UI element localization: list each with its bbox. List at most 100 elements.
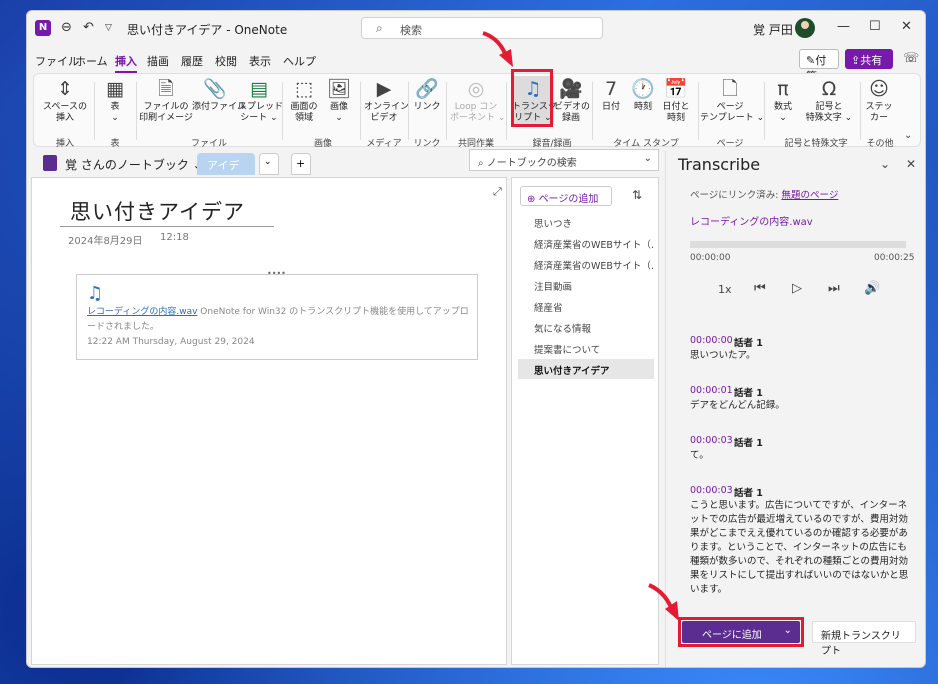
- menu-file[interactable]: ファイル: [35, 53, 79, 69]
- equation-button[interactable]: π 数式 ⌄: [768, 76, 798, 124]
- file-printout-button[interactable]: 🗎 ファイルの 印刷イメージ: [138, 76, 194, 124]
- callout-arrow-icon: [482, 31, 513, 67]
- list-item[interactable]: 提案書について: [518, 338, 654, 358]
- date-label: 日付: [601, 102, 620, 112]
- new-transcript-button[interactable]: 新規トランスクリプト: [812, 621, 916, 657]
- tab-more[interactable]: ⌄: [259, 153, 279, 175]
- audio-file-icon[interactable]: ♫: [87, 283, 103, 304]
- menu-insert[interactable]: 挿入: [115, 53, 137, 73]
- notebook-name[interactable]: 覚 さんのノートブック ⌄: [65, 156, 203, 173]
- notebook-search-placeholder: ノートブックの検索: [486, 158, 577, 169]
- page-list: ⊕ ページの追加 ⇅ 思いつき 経済産業省のWEBサイト（… 経済産業省のWEB…: [511, 177, 659, 665]
- insert-space-button[interactable]: ⇕ スペースの 挿入: [40, 76, 90, 124]
- time-button[interactable]: 🕐 時刻: [628, 76, 658, 113]
- playback-progress[interactable]: [690, 241, 906, 248]
- ribbon-collapse-icon[interactable]: ⌄: [904, 130, 912, 141]
- skip-forward-icon[interactable]: ⏭: [828, 281, 840, 296]
- recording-link[interactable]: レコーディングの内容.wav: [87, 307, 197, 317]
- segment-time[interactable]: 00:00:00: [690, 335, 733, 346]
- drag-handle-icon[interactable]: ••••: [267, 269, 286, 278]
- menu-view[interactable]: 表示: [249, 53, 271, 69]
- date-time-button[interactable]: 📅 日付と 時刻: [660, 76, 692, 124]
- segment-time[interactable]: 00:00:03: [690, 435, 733, 446]
- date-time-label: 日付と 時刻: [662, 102, 690, 123]
- list-item[interactable]: 注目動画: [518, 275, 654, 295]
- segment-speaker: 話者 1: [734, 338, 763, 349]
- online-video-label: オンライン ビデオ: [364, 102, 410, 123]
- ribbon-separator: [282, 82, 283, 140]
- user-name[interactable]: 覚 戸田: [753, 21, 793, 38]
- sticker-icon: ☺: [869, 78, 889, 100]
- undo-icon[interactable]: ↶: [83, 20, 94, 36]
- linked-page-link[interactable]: 無題のページ: [782, 190, 839, 201]
- back-icon[interactable]: ⊖: [61, 20, 72, 36]
- quick-access-icon[interactable]: ▽: [105, 20, 112, 36]
- feedback-icon[interactable]: ☏: [903, 51, 919, 66]
- note-timestamp: 12:22 AM Thursday, August 29, 2024: [87, 337, 255, 347]
- add-page-button[interactable]: ⊕ ページの追加: [520, 186, 612, 206]
- tab-idea[interactable]: アイデア: [197, 153, 255, 188]
- list-item[interactable]: 経済産業省のWEBサイト（…: [518, 233, 654, 253]
- menu-help[interactable]: ヘルプ: [283, 53, 316, 69]
- onenote-logo-icon: N: [35, 20, 51, 36]
- sticky-note-button[interactable]: ✎付箋: [799, 49, 839, 83]
- menu-home[interactable]: ホーム: [75, 53, 108, 69]
- menu-history[interactable]: 履歴: [181, 53, 203, 69]
- page-title[interactable]: 思い付きアイデア: [70, 196, 245, 226]
- ribbon-separator: [860, 82, 861, 140]
- close-icon[interactable]: ✕: [901, 19, 912, 34]
- group-other: その他: [866, 139, 894, 149]
- notebook-search[interactable]: ⌕ ノートブックの検索 ⌄: [469, 149, 659, 171]
- minimize-icon[interactable]: —: [837, 19, 850, 34]
- menu-draw[interactable]: 描画: [147, 53, 169, 69]
- table-label: 表 ⌄: [110, 102, 120, 123]
- pictures-button[interactable]: 🖼 画像 ⌄: [324, 76, 354, 124]
- skip-back-icon[interactable]: ⏮: [754, 281, 766, 296]
- share-label: 共有: [860, 54, 883, 67]
- segment-time[interactable]: 00:00:01: [690, 385, 733, 396]
- avatar[interactable]: [795, 18, 815, 38]
- symbols-button[interactable]: Ω 記号と 特殊文字 ⌄: [800, 76, 858, 124]
- file-printout-label: ファイルの 印刷イメージ: [139, 102, 193, 123]
- table-button[interactable]: ▦ 表 ⌄: [98, 76, 132, 124]
- share-button[interactable]: ⇪共有: [845, 49, 893, 69]
- screen-clipping-button[interactable]: ⬚ 画面の 領域: [286, 76, 322, 124]
- sticker-button[interactable]: ☺ ステッ カー: [864, 76, 894, 124]
- segment-time[interactable]: 00:00:03: [690, 485, 733, 496]
- attach-icon: 📎: [203, 78, 227, 100]
- calendar-icon: 7: [604, 78, 618, 100]
- date-button[interactable]: 7 日付: [596, 76, 626, 113]
- online-video-button[interactable]: ▶ オンライン ビデオ: [364, 76, 409, 124]
- page-templates-button[interactable]: 🗋 ページ テンプレート ⌄: [700, 76, 764, 124]
- page-canvas[interactable]: 思い付きアイデア 2024年8月29日 12:18 •••• ♫ レコーディング…: [31, 177, 507, 665]
- chevron-down-icon[interactable]: ⌄: [880, 157, 890, 171]
- video-record-button[interactable]: 🎥 ビデオの 録画: [554, 76, 590, 124]
- list-item[interactable]: 気になる情報: [518, 317, 654, 337]
- group-file: ファイル: [190, 139, 227, 149]
- segment-speaker: 話者 1: [734, 488, 763, 499]
- attach-file-button[interactable]: 📎 添付ファイル: [192, 76, 246, 113]
- volume-icon[interactable]: 🔊: [864, 281, 880, 296]
- list-item[interactable]: 経済産業省のWEBサイト（…: [518, 254, 654, 274]
- list-item[interactable]: 経産省: [518, 296, 654, 316]
- close-icon[interactable]: ✕: [906, 157, 916, 171]
- group-collab: 共同作業: [457, 139, 494, 149]
- link-icon: 🔗: [415, 78, 439, 100]
- play-icon[interactable]: ▷: [792, 281, 802, 296]
- link-button[interactable]: 🔗 リンク: [412, 76, 442, 113]
- maximize-icon[interactable]: ☐: [869, 19, 881, 34]
- speed-button[interactable]: 1x: [718, 283, 732, 296]
- search-icon: ⌕: [478, 158, 487, 169]
- ribbon-separator: [94, 82, 95, 140]
- menu-review[interactable]: 校閲: [215, 53, 237, 69]
- sort-icon[interactable]: ⇅: [632, 188, 642, 202]
- tab-add[interactable]: +: [291, 153, 311, 175]
- list-item-selected[interactable]: 思い付きアイデア: [518, 359, 654, 379]
- list-item[interactable]: 思いつき: [518, 212, 654, 232]
- expand-icon[interactable]: ⤢: [493, 185, 502, 199]
- note-container[interactable]: •••• ♫ レコーディングの内容.wav OneNote for Win32 …: [76, 269, 478, 360]
- sticky-note-icon: ✎: [806, 54, 816, 67]
- spreadsheet-button[interactable]: ▤ スプレッド シート ⌄: [238, 76, 283, 124]
- pi-icon: π: [777, 78, 789, 100]
- onenote-window: N ⊖ ↶ ▽ 思い付きアイデア - OneNote ⌕ 検索 覚 戸田 — ☐…: [26, 10, 926, 668]
